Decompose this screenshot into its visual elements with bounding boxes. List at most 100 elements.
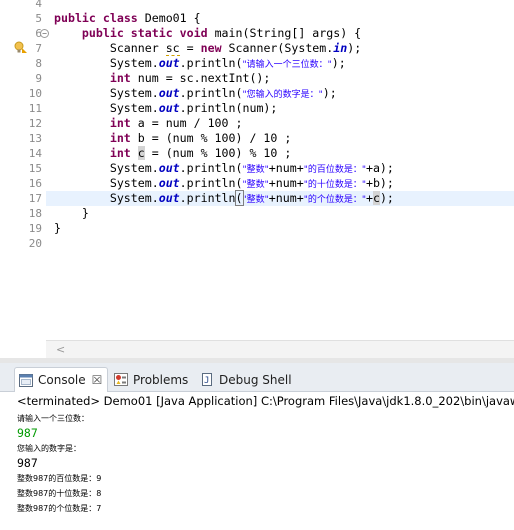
- code-text: );: [379, 191, 394, 205]
- tab-problems[interactable]: Problems: [114, 367, 188, 392]
- code-line-13: int b = (num % 100) / 10 ;: [54, 131, 292, 146]
- code-line-16: System.out.println("整数"+num+"的十位数是："+b);: [54, 176, 394, 191]
- code-line-5: public class Demo01 {: [54, 11, 201, 26]
- code-text: }: [54, 221, 61, 235]
- code-text: +: [365, 191, 373, 205]
- keyword: public: [81, 26, 124, 40]
- keyword: new: [200, 41, 222, 55]
- line-number: 13: [28, 132, 42, 145]
- tab-debug-shell[interactable]: J Debug Shell: [200, 367, 292, 392]
- code-line-8: System.out.println("请输入一个三位数：");: [54, 56, 346, 71]
- line-number: 15: [28, 162, 42, 175]
- line-number: 10: [28, 87, 42, 100]
- code-line-14: int c = (num % 100) % 10 ;: [54, 146, 291, 161]
- console-line: 请输入一个三位数：: [17, 414, 89, 423]
- tab-console[interactable]: Console ☒: [14, 367, 108, 392]
- line-number-gutter: 4 5 6 7 8 9 10 11 12 13 14 15 16 17 18 1…: [0, 0, 49, 340]
- code-text: num = sc.nextInt();: [130, 71, 271, 85]
- code-text: );: [322, 86, 337, 100]
- string-literal: "的个位数是：": [303, 195, 366, 205]
- line-number: 19: [28, 222, 42, 235]
- static-field: out: [158, 161, 180, 175]
- warning-lightbulb-icon[interactable]: [14, 41, 28, 54]
- code-text: .println(: [179, 56, 243, 70]
- code-line-6: public static void main(String[] args) {: [54, 26, 361, 41]
- code-text: +num+: [268, 176, 304, 190]
- code-text: +a);: [365, 161, 394, 175]
- line-number: 17: [28, 192, 42, 205]
- code-text: +b);: [365, 176, 394, 190]
- string-literal: "的百位数是：": [303, 165, 366, 175]
- keyword: int: [109, 131, 131, 145]
- fold-toggle-icon[interactable]: −: [40, 29, 49, 38]
- tab-label: Problems: [133, 372, 189, 387]
- debug-shell-icon: J: [202, 373, 212, 386]
- code-text: );: [347, 41, 362, 55]
- string-literal: "整数": [242, 165, 269, 175]
- line-number: 5: [35, 12, 42, 25]
- code-text: System.: [109, 56, 159, 70]
- code-line-17-current[interactable]: System.out.println("整数"+num+"的个位数是："+c);: [46, 190, 514, 206]
- horizontal-scrollbar[interactable]: <: [46, 340, 514, 358]
- code-text: .println(: [179, 86, 243, 100]
- keyword: int: [109, 116, 131, 130]
- view-tab-bar: Console ☒ Problems J Debug Shell: [0, 363, 514, 392]
- line-number: 11: [28, 102, 42, 115]
- line-number: 6: [35, 27, 42, 40]
- code-text: =: [179, 41, 201, 55]
- line-number: 8: [35, 57, 42, 70]
- code-text: System.: [109, 176, 159, 190]
- code-text: Demo01 {: [137, 11, 201, 25]
- code-text: System.: [109, 191, 159, 205]
- static-field: out: [158, 101, 180, 115]
- console-status-header: <terminated> Demo01 [Java Application] C…: [17, 394, 514, 408]
- warning-variable: sc: [165, 41, 180, 56]
- matching-bracket: (: [234, 190, 244, 206]
- string-literal: "您输入的数字是：": [242, 90, 323, 100]
- code-line-18: }: [54, 206, 89, 221]
- console-line: 987: [17, 456, 38, 470]
- code-text: .println: [179, 191, 236, 205]
- string-literal: "整数": [242, 180, 269, 190]
- tab-label: Console: [38, 373, 86, 387]
- console-user-input: 987: [17, 426, 38, 440]
- code-text: +num+: [268, 161, 304, 175]
- line-number: 16: [28, 177, 42, 190]
- console-line: 整数987的个位数是：7: [17, 504, 102, 513]
- code-line-19: }: [54, 221, 61, 236]
- problems-icon: [114, 373, 128, 386]
- code-editor[interactable]: 4 5 6 7 8 9 10 11 12 13 14 15 16 17 18 1…: [0, 0, 514, 362]
- highlighted-variable: c: [372, 191, 380, 205]
- console-panel: Console ☒ Problems J Debug Shell <termin…: [0, 363, 514, 530]
- code-text: .println(: [179, 161, 243, 175]
- string-literal: "请输入一个三位数：": [242, 60, 332, 70]
- line-number: 20: [28, 237, 42, 250]
- highlighted-variable: c: [137, 146, 145, 160]
- code-text: = (num % 100) % 10 ;: [144, 146, 292, 160]
- scroll-left-icon[interactable]: <: [56, 343, 65, 356]
- line-number: 9: [35, 72, 42, 85]
- code-text: main(String[] args) {: [207, 26, 362, 40]
- keyword: static: [130, 26, 173, 40]
- tab-label: Debug Shell: [219, 372, 292, 387]
- close-icon[interactable]: ☒: [92, 373, 103, 387]
- code-line-9: int num = sc.nextInt();: [54, 71, 271, 86]
- console-icon: [19, 373, 33, 387]
- code-text: a = num / 100 ;: [130, 116, 243, 130]
- console-line: 您输入的数字是：: [17, 444, 81, 453]
- code-line-11: System.out.println(num);: [54, 101, 278, 116]
- code-text: .println(: [179, 176, 243, 190]
- code-text: );: [331, 56, 346, 70]
- line-number: 12: [28, 117, 42, 130]
- keyword: void: [179, 26, 208, 40]
- string-literal: "整数": [242, 195, 269, 205]
- code-text: .println(num);: [179, 101, 278, 115]
- keyword: int: [109, 146, 131, 160]
- svg-text:J: J: [204, 376, 209, 386]
- line-number: 14: [28, 147, 42, 160]
- console-output[interactable]: 请输入一个三位数： 987 您输入的数字是： 987 整数987的百位数是：9 …: [17, 411, 514, 516]
- code-line-7: Scanner sc = new Scanner(System.in);: [54, 41, 361, 56]
- keyword: public: [54, 11, 96, 25]
- code-line-15: System.out.println("整数"+num+"的百位数是："+a);: [54, 161, 394, 176]
- static-field: out: [158, 191, 180, 205]
